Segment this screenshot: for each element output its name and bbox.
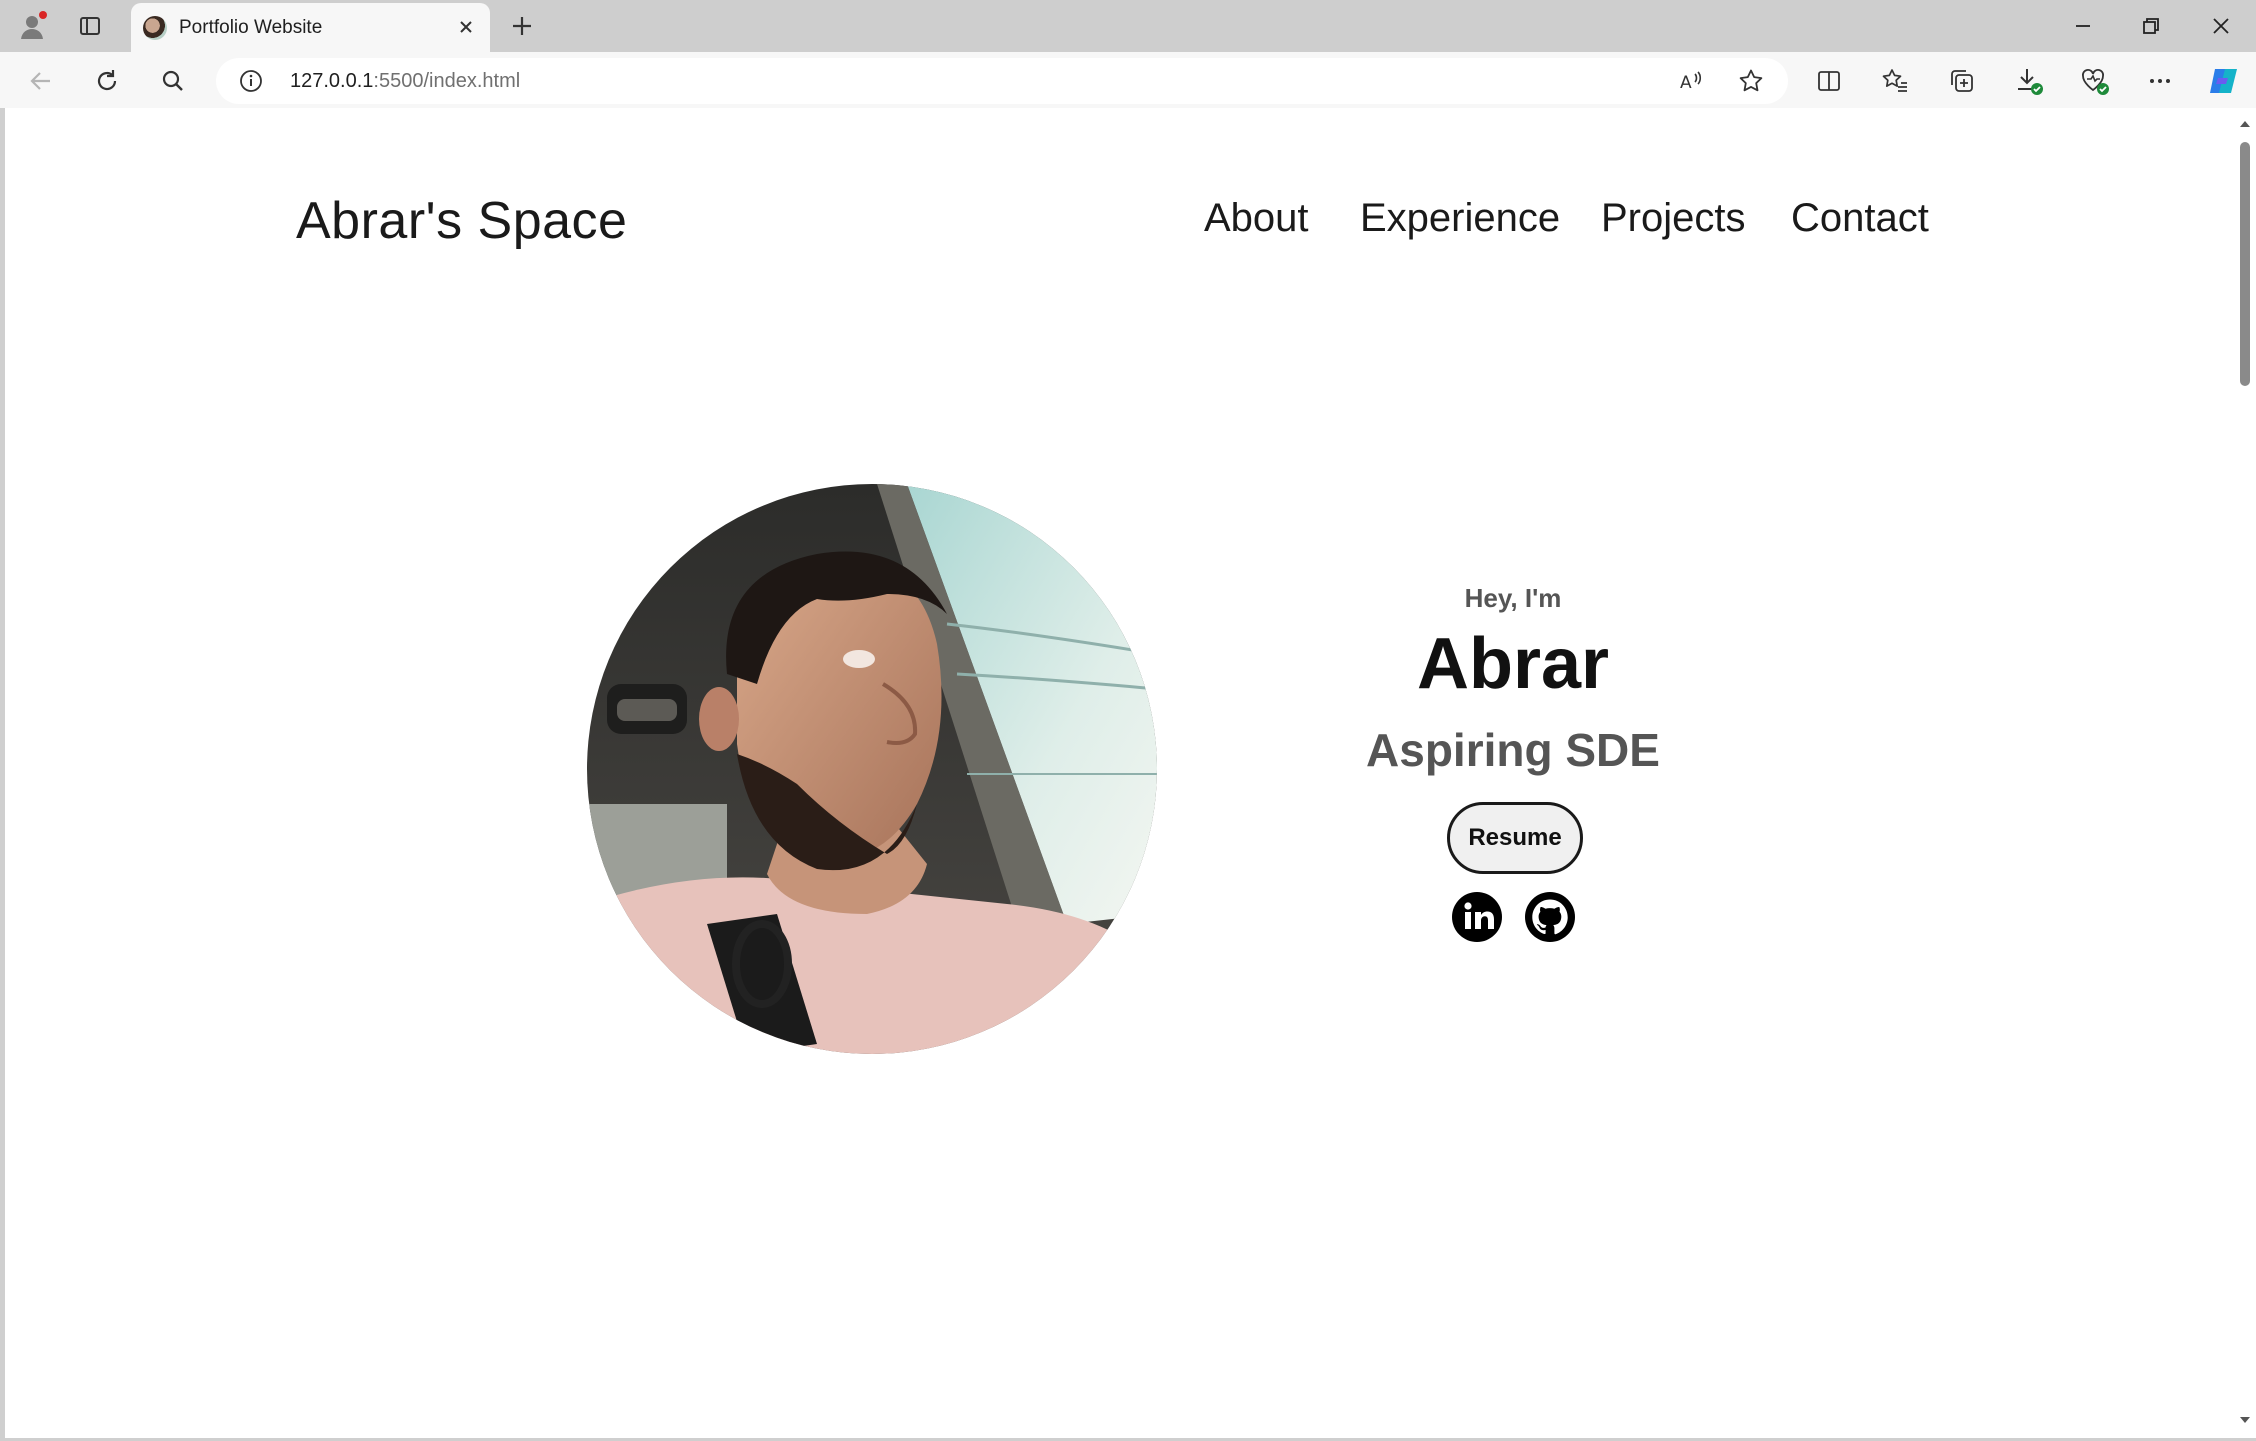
profile-icon[interactable] <box>16 10 48 42</box>
browser-essentials-icon[interactable] <box>2078 64 2112 98</box>
close-window-icon[interactable] <box>2188 0 2254 52</box>
copilot-icon[interactable] <box>2206 64 2240 98</box>
url-host: 127.0.0.1 <box>290 70 374 92</box>
nav-projects[interactable]: Projects <box>1601 196 1746 241</box>
svg-text:A: A <box>1680 73 1692 93</box>
page-viewport: Abrar's Space About Experience Projects … <box>5 108 2234 1438</box>
site-info-icon[interactable] <box>238 68 264 94</box>
scroll-up-icon[interactable] <box>2239 118 2251 130</box>
page-scrollbar[interactable] <box>2234 108 2256 1438</box>
restore-icon[interactable] <box>2118 0 2184 52</box>
scroll-down-icon[interactable] <box>2239 1414 2251 1426</box>
split-screen-icon[interactable] <box>1812 64 1846 98</box>
nav-experience[interactable]: Experience <box>1360 196 1560 241</box>
favicon-icon <box>143 16 167 40</box>
read-aloud-icon[interactable]: A <box>1676 66 1706 96</box>
favorite-star-icon[interactable] <box>1736 66 1766 96</box>
favorites-icon[interactable] <box>1878 64 1912 98</box>
resume-button[interactable]: Resume <box>1447 802 1583 874</box>
nav-contact[interactable]: Contact <box>1791 196 1929 241</box>
browser-tab-bar: Portfolio Website <box>0 0 2256 52</box>
tab-portfolio[interactable]: Portfolio Website <box>131 3 490 52</box>
hero-greeting: Hey, I'm <box>1464 583 1562 613</box>
site-logo[interactable]: Abrar's Space <box>296 191 627 251</box>
url-text[interactable]: 127.0.0.1:5500/index.html <box>290 70 520 93</box>
hero-name: Abrar <box>1416 624 1610 704</box>
downloads-icon[interactable] <box>2012 64 2046 98</box>
url-path: :5500/index.html <box>373 70 521 92</box>
new-tab-icon[interactable] <box>506 10 538 42</box>
profile-photo <box>587 484 1157 1054</box>
more-options-icon[interactable] <box>2143 64 2177 98</box>
nav-about[interactable]: About <box>1204 196 1309 241</box>
hero-role: Aspiring SDE <box>1366 724 1660 776</box>
linkedin-icon[interactable] <box>1451 891 1503 943</box>
tab-title: Portfolio Website <box>179 17 323 38</box>
github-icon[interactable] <box>1524 891 1576 943</box>
refresh-icon[interactable] <box>90 64 124 98</box>
collections-icon[interactable] <box>1945 64 1979 98</box>
browser-toolbar: 127.0.0.1:5500/index.html A <box>0 52 2256 108</box>
search-icon[interactable] <box>156 64 190 98</box>
minimize-icon[interactable] <box>2050 0 2116 52</box>
back-icon[interactable] <box>24 64 58 98</box>
scroll-thumb[interactable] <box>2240 142 2250 386</box>
close-tab-icon[interactable] <box>454 15 478 39</box>
address-bar[interactable]: 127.0.0.1:5500/index.html A <box>216 58 1788 104</box>
tab-actions-icon[interactable] <box>74 10 106 42</box>
